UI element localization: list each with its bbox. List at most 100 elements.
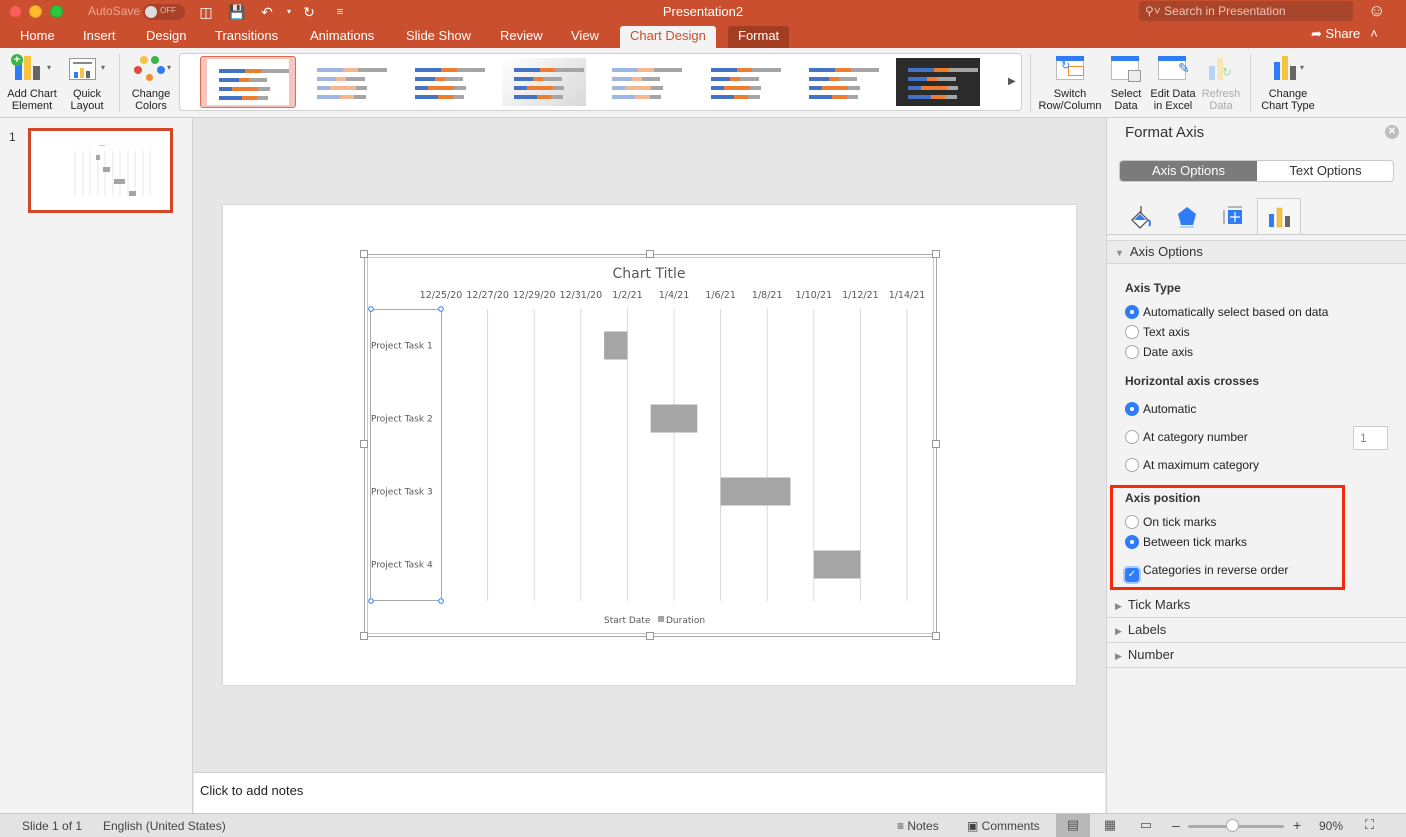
share-button[interactable]: ➦ Share ˄ (1311, 26, 1378, 42)
chart-style-1[interactable] (200, 56, 296, 108)
tab-axis-options[interactable]: Axis Options (1120, 161, 1257, 181)
resize-handle-bl[interactable] (360, 632, 368, 640)
category-number-input[interactable]: 1 (1353, 426, 1388, 450)
notes-pane[interactable]: Click to add notes (194, 772, 1105, 813)
switch-row-column-button[interactable]: ↻ Switch Row/Column (1036, 48, 1104, 112)
pentagon-effects-icon (1178, 207, 1196, 228)
tab-view[interactable]: View (571, 26, 599, 48)
zoom-slider-handle[interactable] (1226, 819, 1239, 832)
chart-style-7[interactable] (791, 56, 887, 108)
tab-animations[interactable]: Animations (310, 26, 374, 48)
feedback-smiley-icon[interactable]: ☺ (1368, 1, 1385, 21)
normal-view-icon: ▤ (1066, 817, 1080, 832)
checkbox-categories-reverse-order[interactable]: ✓ Categories in reverse order (1125, 563, 1288, 582)
share-icon: ➦ (1311, 26, 1326, 41)
resize-handle-br[interactable] (932, 632, 940, 640)
expanded-triangle-icon: ▼ (1115, 248, 1124, 258)
quick-layout-icon: ▾ (64, 48, 110, 88)
fit-to-window-icon[interactable]: ⛶ (1365, 817, 1374, 833)
section-number[interactable]: ▶ Number (1107, 644, 1406, 668)
slide-thumbnail[interactable] (28, 128, 173, 213)
edit-data-excel-icon: ✎ (1148, 48, 1198, 88)
format-axis-pane: Format Axis ✕ Axis Options Text Options … (1106, 118, 1406, 813)
fill-line-tab[interactable] (1119, 198, 1163, 234)
pane-title: Format Axis (1125, 124, 1205, 141)
size-properties-icon (1223, 206, 1242, 224)
chart-style-5[interactable] (594, 56, 690, 108)
chart-style-8[interactable] (890, 56, 986, 108)
resize-handle-mr[interactable] (932, 440, 940, 448)
radio-text-axis[interactable]: Text axis (1125, 325, 1190, 340)
collapsed-triangle-icon: ▶ (1115, 601, 1122, 611)
notes-icon: ≡ (897, 819, 908, 833)
bar-chart-options-icon (1269, 207, 1290, 228)
tab-transitions[interactable]: Transitions (215, 26, 278, 48)
zoom-out-button[interactable]: – (1172, 817, 1180, 833)
radio-crosses-maximum-category[interactable]: At maximum category (1125, 458, 1259, 473)
axis-position-heading: Axis position (1125, 491, 1201, 505)
resize-handle-tr[interactable] (932, 250, 940, 258)
search-input[interactable]: ⚲˅ Search in Presentation (1139, 1, 1353, 21)
chart-style-4[interactable] (496, 56, 592, 108)
section-axis-options[interactable]: ▼ Axis Options (1107, 240, 1406, 264)
section-tick-marks[interactable]: ▶ Tick Marks (1107, 594, 1406, 618)
tab-design[interactable]: Design (146, 26, 186, 48)
status-bar: Slide 1 of 1 English (United States) ≡ N… (0, 813, 1406, 837)
resize-handle-ml[interactable] (360, 440, 368, 448)
change-chart-type-button[interactable]: ▾ Change Chart Type (1256, 48, 1320, 112)
options-segmented-control: Axis Options Text Options (1119, 160, 1394, 182)
tab-chart-design[interactable]: Chart Design (620, 26, 716, 48)
close-pane-icon[interactable]: ✕ (1385, 125, 1399, 139)
axis-options-tab[interactable] (1257, 198, 1301, 234)
presenter-view-button[interactable]: ▭ (1129, 814, 1163, 837)
slide-thumbnail-preview (74, 145, 151, 196)
slide-counter: Slide 1 of 1 (22, 819, 83, 833)
chart-style-3[interactable] (397, 56, 493, 108)
checkmark-icon: ✓ (1125, 568, 1139, 582)
ribbon: + ▾ Add Chart Element ▾ Quick Layout ▾ C… (0, 48, 1406, 118)
resize-handle-tc[interactable] (646, 250, 654, 258)
chart-area[interactable] (367, 257, 934, 634)
edit-data-in-excel-button[interactable]: ✎ Edit Data in Excel (1148, 48, 1198, 112)
resize-handle-tl[interactable] (360, 250, 368, 258)
tab-format[interactable]: Format (728, 26, 790, 48)
collapse-ribbon-icon[interactable]: ˄ (1370, 26, 1378, 41)
section-labels[interactable]: ▶ Labels (1107, 619, 1406, 643)
radio-crosses-automatic[interactable]: Automatic (1125, 402, 1196, 417)
tab-text-options[interactable]: Text Options (1257, 161, 1393, 181)
notes-placeholder[interactable]: Click to add notes (200, 783, 303, 798)
chart-style-6[interactable] (693, 56, 789, 108)
comments-button[interactable]: ▣ Comments (967, 819, 1040, 833)
zoom-level[interactable]: 90% (1319, 819, 1343, 833)
tab-insert[interactable]: Insert (83, 26, 116, 48)
notes-button[interactable]: ≡ Notes (897, 819, 939, 833)
radio-between-tick-marks[interactable]: Between tick marks (1125, 535, 1247, 550)
tab-home[interactable]: Home (20, 26, 55, 48)
radio-on-tick-marks[interactable]: On tick marks (1125, 515, 1216, 530)
refresh-data-icon: ↻ (1200, 48, 1242, 88)
search-icon: ⚲˅ (1145, 4, 1165, 18)
gallery-next-arrow-icon[interactable]: ▶ (1008, 76, 1016, 87)
tab-review[interactable]: Review (500, 26, 543, 48)
presenter-icon: ▭ (1139, 817, 1153, 832)
radio-crosses-category-number[interactable]: At category number (1125, 430, 1248, 445)
resize-handle-bc[interactable] (646, 632, 654, 640)
radio-date-axis[interactable]: Date axis (1125, 345, 1193, 360)
axis-type-heading: Axis Type (1125, 281, 1181, 295)
switch-row-column-icon: ↻ (1036, 48, 1104, 88)
effects-tab[interactable] (1165, 198, 1209, 234)
chart-style-2[interactable] (299, 56, 395, 108)
normal-view-button[interactable]: ▤ (1056, 814, 1090, 837)
language-indicator[interactable]: English (United States) (103, 819, 226, 833)
chart-styles-gallery (179, 53, 1022, 111)
quick-layout-button[interactable]: ▾ Quick Layout (64, 48, 110, 112)
change-colors-button[interactable]: ▾ Change Colors (126, 48, 176, 112)
zoom-in-button[interactable]: + (1293, 817, 1301, 833)
slide-sorter-view-button[interactable]: ▦ (1093, 814, 1127, 837)
select-data-button[interactable]: Select Data (1106, 48, 1146, 112)
add-chart-element-button[interactable]: + ▾ Add Chart Element (6, 48, 58, 112)
size-properties-tab[interactable] (1211, 198, 1255, 234)
tab-slide-show[interactable]: Slide Show (406, 26, 471, 48)
radio-automatic-axis-type[interactable]: Automatically select based on data (1125, 305, 1328, 320)
title-bar: AutoSave OFF ◫ 💾 ↶ ▾ ↻ ≡ Presentation2 ⚲… (0, 0, 1406, 24)
